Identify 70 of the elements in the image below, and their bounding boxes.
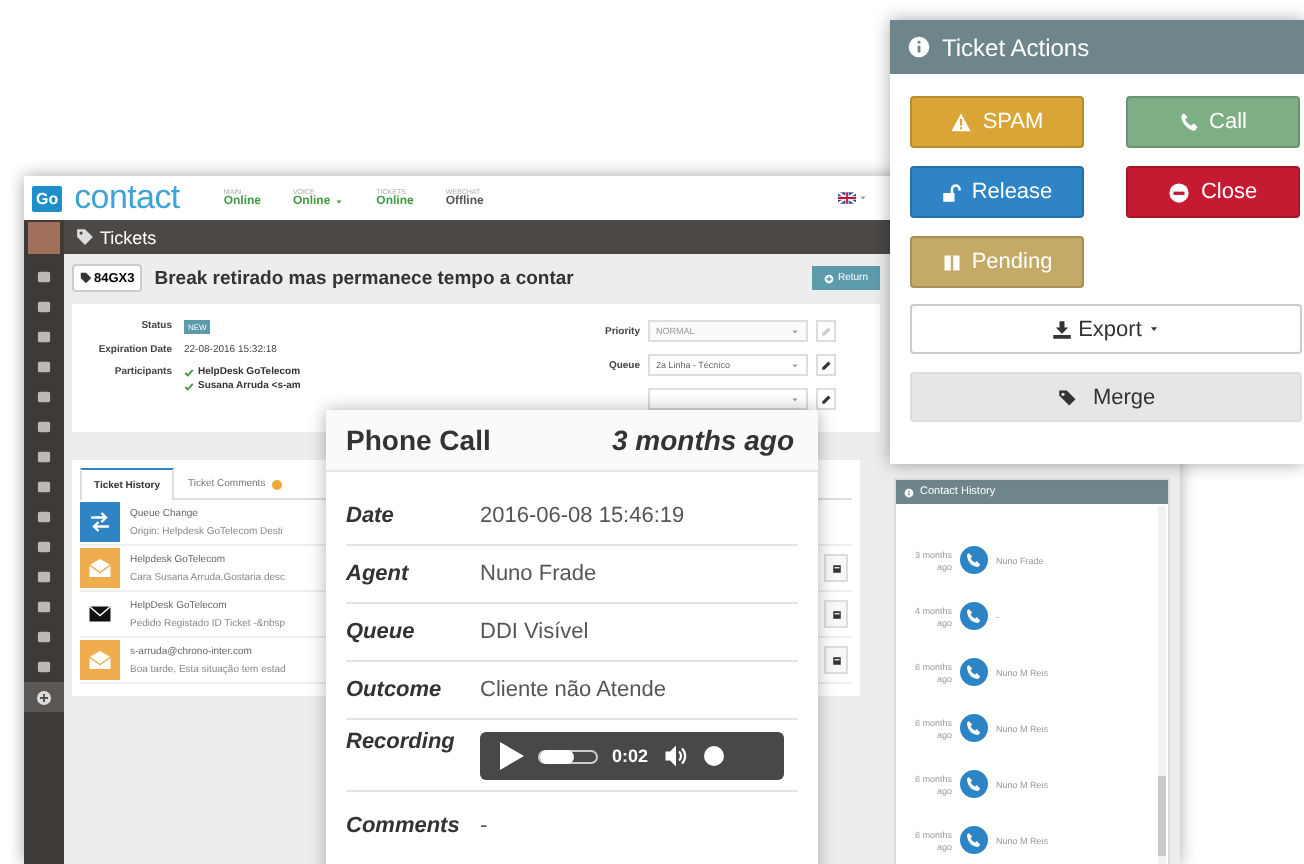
playback-time: 0:02: [612, 746, 649, 766]
sidebar-item[interactable]: [24, 682, 64, 712]
phone-icon: [960, 826, 988, 854]
action-button[interactable]: SPAM: [910, 96, 1084, 148]
detail-value: 2016-06-08 15:46:19: [480, 504, 685, 528]
detail-value: -: [480, 814, 488, 838]
phone-icon: [960, 714, 988, 742]
inbox-icon: [80, 548, 120, 588]
pause-icon: [941, 251, 962, 273]
detail-value: Cliente não Atende: [480, 678, 666, 702]
tag-icon: [80, 272, 92, 284]
export-button[interactable]: Export: [910, 304, 1302, 354]
edit-button[interactable]: [816, 354, 836, 376]
panel-title: Ticket Actions: [942, 33, 1090, 61]
phone-icon: [960, 770, 988, 798]
section-title: Tickets: [100, 227, 157, 247]
pencil-icon: [820, 325, 832, 337]
document-icon: [831, 655, 841, 665]
info-icon: [904, 487, 914, 497]
volume-handle[interactable]: [704, 746, 725, 766]
detail-value: Nuno Frade: [480, 562, 597, 586]
popup-title: Phone Call: [346, 424, 491, 456]
time-ago: 3 months ago: [611, 424, 794, 456]
action-button[interactable]: Close: [1126, 166, 1300, 218]
detail-label: Comments: [346, 814, 462, 838]
detail-label: Recording: [346, 730, 457, 754]
view-button[interactable]: [824, 646, 848, 674]
minus-circle-icon: [1168, 181, 1191, 203]
flag-icon: [838, 192, 856, 204]
tags-icon: [1056, 387, 1081, 407]
detail-label: Agent: [346, 562, 411, 586]
progress-slider[interactable]: [538, 749, 598, 763]
inbox-icon: [80, 640, 120, 680]
unlock-icon: [941, 181, 962, 203]
phone-icon: [960, 546, 988, 574]
action-button[interactable]: Call: [1126, 96, 1300, 148]
plus-circle-icon: [823, 273, 834, 283]
photo-placeholder: [28, 222, 60, 254]
action-button[interactable]: Release: [910, 166, 1084, 218]
ticket-title: Break retirado mas permanece tempo a contar: [154, 267, 574, 289]
caret-icon: [1147, 324, 1160, 334]
info-icon: [908, 36, 930, 58]
view-button[interactable]: [824, 600, 848, 628]
pencil-icon: [820, 359, 832, 371]
swap-arrows-icon: [80, 502, 120, 542]
select-field[interactable]: [648, 388, 808, 410]
action-button[interactable]: Pending: [910, 236, 1084, 288]
phone-icon: [960, 658, 988, 686]
document-icon: [831, 609, 841, 619]
play-button[interactable]: [500, 742, 524, 770]
view-button[interactable]: [824, 554, 848, 582]
detail-label: Date: [346, 504, 396, 528]
pencil-icon: [820, 393, 832, 405]
caret-icon: [858, 194, 868, 202]
detail-value: DDI Visível: [480, 620, 589, 644]
merge-button[interactable]: Merge: [910, 372, 1302, 422]
phone-icon: [1179, 112, 1200, 132]
brand-name: contact: [74, 178, 180, 218]
warning-icon: [950, 111, 973, 133]
edit-button[interactable]: [816, 388, 836, 410]
document-icon: [831, 563, 841, 573]
tag-icon: [76, 228, 94, 246]
detail-label: Outcome: [346, 678, 444, 702]
download-icon: [1052, 319, 1073, 339]
scrollbar[interactable]: [1158, 506, 1166, 864]
plus-circle-icon: [36, 689, 52, 705]
detail-label: Queue: [346, 620, 417, 644]
volume-icon: [662, 744, 691, 768]
logo: Go: [32, 185, 63, 211]
phone-icon: [960, 602, 988, 630]
